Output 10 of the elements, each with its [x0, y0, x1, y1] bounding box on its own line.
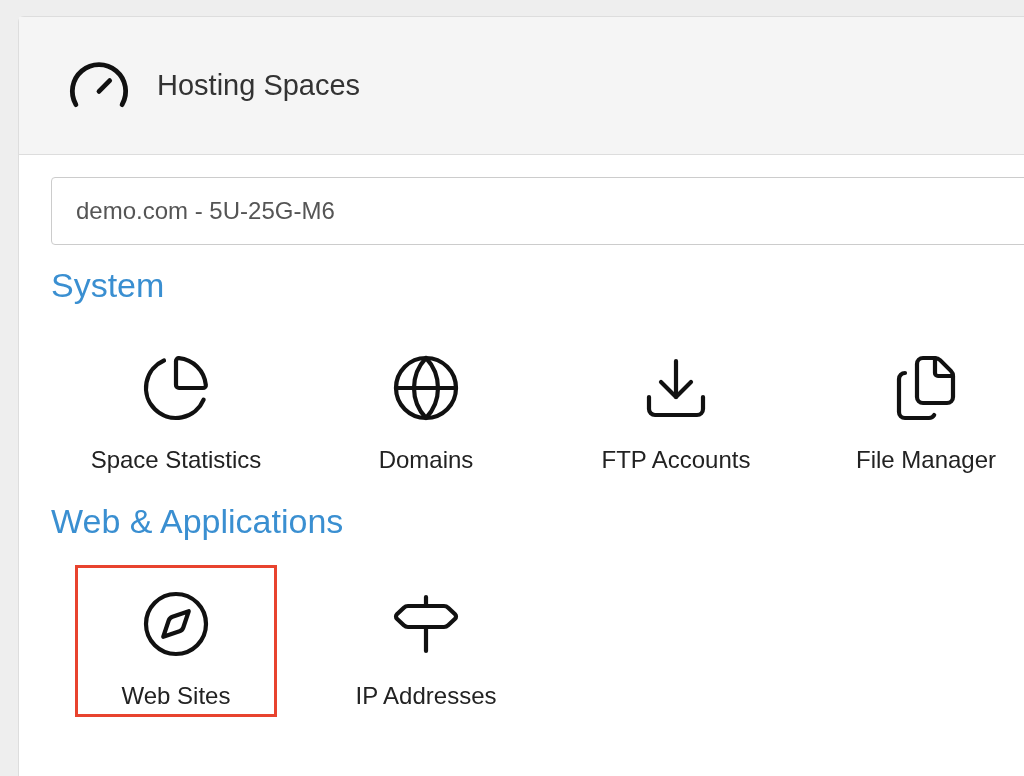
- panel-title: Hosting Spaces: [157, 67, 361, 103]
- section-heading: Web & Applications: [51, 501, 345, 542]
- tool-tile[interactable]: IP Addresses: [325, 565, 527, 717]
- tool-tile[interactable]: Web Sites: [75, 565, 277, 717]
- tool-tile[interactable]: File Manager: [825, 329, 1024, 481]
- section-heading: System: [51, 265, 166, 306]
- space-selector-field[interactable]: demo.com - 5U-25G-M6: [51, 177, 1024, 245]
- tool-tile[interactable]: Domains: [325, 329, 527, 481]
- tool-tile[interactable]: Space Statistics: [75, 329, 277, 481]
- tool-tile[interactable]: FTP Accounts: [575, 329, 777, 481]
